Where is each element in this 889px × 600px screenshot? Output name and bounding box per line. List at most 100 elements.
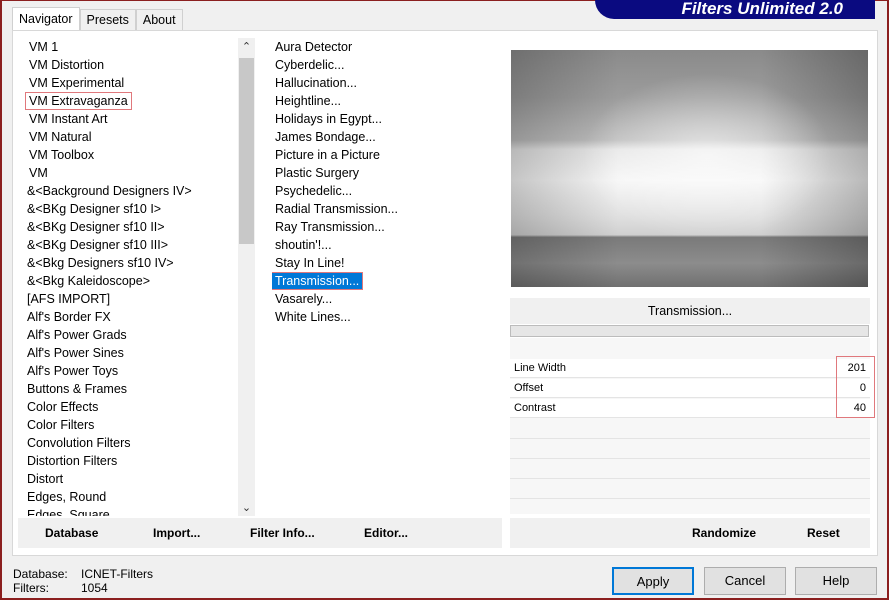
editor-button[interactable]: Editor... [364, 526, 408, 540]
item-label: Color Effects [27, 400, 99, 414]
param-line-width[interactable]: Line Width 201 [510, 359, 870, 378]
values-highlight [836, 356, 875, 418]
filter-item[interactable]: Transmission... [272, 272, 500, 290]
item-label: &<Bkg Designers sf10 IV> [27, 256, 174, 270]
item-label: Alf's Power Toys [27, 364, 119, 378]
tab-navigator[interactable]: Navigator [12, 7, 80, 30]
item-label: Stay In Line! [275, 256, 345, 270]
import-button[interactable]: Import... [153, 526, 200, 540]
category-item[interactable]: VM Extravaganza [24, 92, 236, 110]
category-item[interactable]: &<Background Designers IV> [24, 182, 236, 200]
filter-item[interactable]: Picture in a Picture [272, 146, 500, 164]
database-value: ICNET-Filters [81, 567, 153, 581]
category-item[interactable]: &<Bkg Designers sf10 IV> [24, 254, 236, 272]
item-label: Hallucination... [275, 76, 357, 90]
reset-button[interactable]: Reset [807, 526, 840, 540]
scroll-up-icon[interactable]: ⌃ [238, 40, 255, 53]
category-item[interactable]: &<BKg Designer sf10 III> [24, 236, 236, 254]
item-label: VM Distortion [29, 58, 105, 72]
category-item[interactable]: VM Toolbox [24, 146, 236, 164]
filter-item[interactable]: Ray Transmission... [272, 218, 500, 236]
item-label: VM Experimental [29, 76, 125, 90]
category-item[interactable]: [AFS IMPORT] [24, 290, 236, 308]
category-item[interactable]: Distort [24, 470, 236, 488]
item-label: &<Background Designers IV> [27, 184, 192, 198]
filter-item[interactable]: Cyberdelic... [272, 56, 500, 74]
filter-item[interactable]: Aura Detector [272, 38, 500, 56]
category-item[interactable]: Distortion Filters [24, 452, 236, 470]
param-label: Offset [514, 382, 544, 394]
filter-item[interactable]: Holidays in Egypt... [272, 110, 500, 128]
scroll-thumb[interactable] [239, 58, 254, 244]
randomize-button[interactable]: Randomize [692, 526, 756, 540]
database-button[interactable]: Database [45, 526, 98, 540]
category-item[interactable]: Color Effects [24, 398, 236, 416]
item-label: Buttons & Frames [27, 382, 128, 396]
category-item[interactable]: Alf's Border FX [24, 308, 236, 326]
help-button[interactable]: Help [795, 567, 877, 595]
item-label: Alf's Power Sines [27, 346, 124, 360]
category-item[interactable]: Alf's Power Sines [24, 344, 236, 362]
filter-item[interactable]: Vasarely... [272, 290, 500, 308]
category-item[interactable]: VM Natural [24, 128, 236, 146]
item-label: Psychedelic... [275, 184, 353, 198]
progress-bar [510, 325, 869, 337]
item-label: Edges, Round [27, 490, 107, 504]
item-label: Distort [27, 472, 64, 486]
category-item[interactable]: &<Bkg Kaleidoscope> [24, 272, 236, 290]
tab-presets[interactable]: Presets [79, 9, 136, 30]
filter-item[interactable]: Plastic Surgery [272, 164, 500, 182]
category-item[interactable]: &<BKg Designer sf10 II> [24, 218, 236, 236]
category-item[interactable]: &<BKg Designer sf10 I> [24, 200, 236, 218]
category-item[interactable]: Alf's Power Toys [24, 362, 236, 380]
filter-item[interactable]: Radial Transmission... [272, 200, 500, 218]
item-label: Cyberdelic... [275, 58, 345, 72]
item-label: &<Bkg Kaleidoscope> [27, 274, 151, 288]
app-title: Filters Unlimited 2.0 [595, 0, 875, 19]
category-item[interactable]: VM [24, 164, 236, 182]
filter-item[interactable]: Hallucination... [272, 74, 500, 92]
filter-list[interactable]: Aura Detector Cyberdelic... Hallucination.… [272, 38, 500, 338]
filter-item[interactable]: Heightline... [272, 92, 500, 110]
category-list[interactable]: VM 1 VM Distortion VM Experimental VM Extra… [24, 38, 236, 516]
category-item[interactable]: Alf's Power Grads [24, 326, 236, 344]
category-item[interactable]: Color Filters [24, 416, 236, 434]
item-label: Color Filters [27, 418, 95, 432]
filter-item[interactable]: James Bondage... [272, 128, 500, 146]
filter-item[interactable]: Psychedelic... [272, 182, 500, 200]
category-item[interactable]: VM 1 [24, 38, 236, 56]
item-label: Picture in a Picture [275, 148, 380, 162]
category-item[interactable]: Convolution Filters [24, 434, 236, 452]
item-label: [AFS IMPORT] [27, 292, 111, 306]
item-label: &<BKg Designer sf10 I> [27, 202, 162, 216]
tab-bar: Navigator Presets About [12, 7, 183, 30]
category-scrollbar[interactable]: ⌃ ⌄ [238, 38, 255, 516]
filter-item[interactable]: White Lines... [272, 308, 500, 326]
filter-name: Transmission... [510, 298, 870, 324]
param-offset[interactable]: Offset 0 [510, 379, 870, 398]
category-item[interactable]: Edges, Round [24, 488, 236, 506]
scroll-down-icon[interactable]: ⌄ [238, 501, 255, 514]
param-label: Contrast [514, 402, 556, 414]
filter-info-button[interactable]: Filter Info... [250, 526, 315, 540]
item-label: Holidays in Egypt... [275, 112, 382, 126]
category-item[interactable]: VM Experimental [24, 74, 236, 92]
tab-about[interactable]: About [135, 9, 183, 30]
item-label: Alf's Border FX [27, 310, 111, 324]
divider [510, 498, 870, 499]
category-item[interactable]: Edges, Square [24, 506, 236, 516]
category-item[interactable]: VM Distortion [24, 56, 236, 74]
cancel-button[interactable]: Cancel [704, 567, 786, 595]
category-item[interactable]: VM Instant Art [24, 110, 236, 128]
filters-count: 1054 [81, 581, 108, 595]
apply-button[interactable]: Apply [612, 567, 694, 595]
filter-item[interactable]: shoutin'!... [272, 236, 500, 254]
filter-item[interactable]: Stay In Line! [272, 254, 500, 272]
item-label: VM 1 [29, 40, 59, 54]
filter-button-bar: Randomize Reset [510, 518, 870, 548]
param-contrast[interactable]: Contrast 40 [510, 399, 870, 418]
navigator-button-bar: Database Import... Filter Info... Editor… [18, 518, 502, 548]
status-info: Database: ICNET-Filters Filters: 1054 [13, 567, 153, 595]
item-label: VM Extravaganza [25, 92, 132, 110]
category-item[interactable]: Buttons & Frames [24, 380, 236, 398]
